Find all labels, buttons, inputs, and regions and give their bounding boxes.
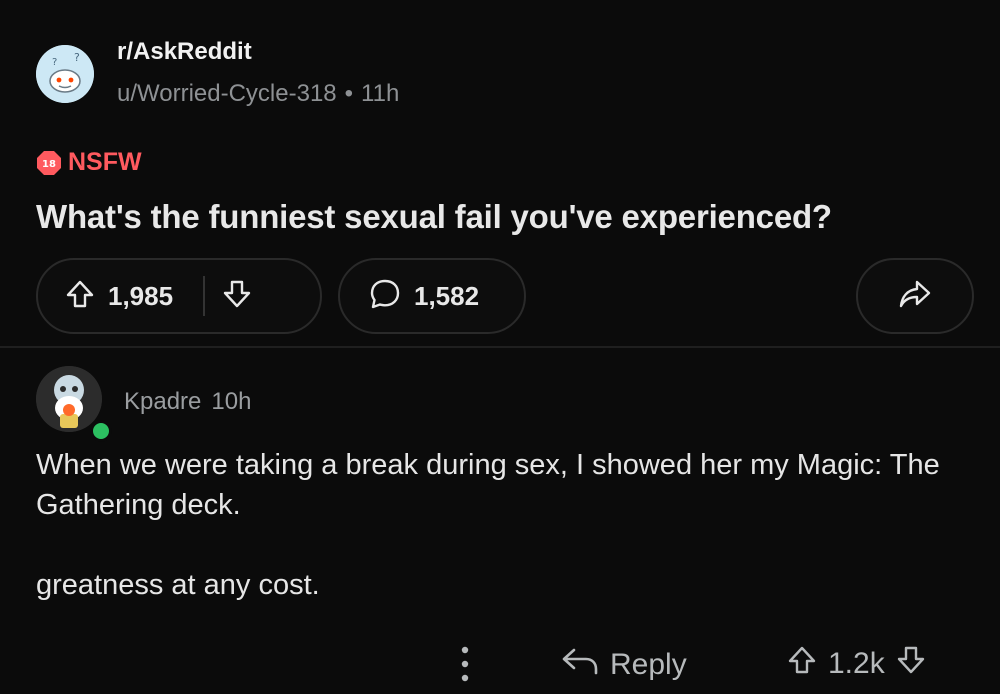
comment-body: When we were taking a break during sex, … xyxy=(36,445,976,605)
comments-button[interactable]: 1,582 xyxy=(338,258,526,334)
comment-author[interactable]: Kpadre xyxy=(124,388,201,415)
post-card: ? ? r/AskReddit u/Worried-Cycle-318 • 11h … xyxy=(0,0,1000,348)
reply-label: Reply xyxy=(610,648,687,681)
post-meta: u/Worried-Cycle-318 • 11h xyxy=(117,80,399,108)
kebab-menu-icon[interactable] xyxy=(455,642,475,686)
nsfw-label: NSFW xyxy=(68,148,142,176)
comment-meta: Kpadre 10h xyxy=(124,388,251,416)
meta-separator: • xyxy=(344,80,354,107)
share-arrow-icon xyxy=(897,276,933,317)
post-time: 11h xyxy=(361,80,400,107)
comment-paragraph: greatness at any cost. xyxy=(36,569,320,601)
nsfw-tag: 18 NSFW xyxy=(36,148,142,177)
downvote-icon[interactable] xyxy=(221,278,253,315)
comment-downvote-icon[interactable] xyxy=(895,644,927,684)
comment-card: Kpadre 10h When we were taking a break du… xyxy=(0,348,1000,694)
svg-text:?: ? xyxy=(74,51,80,64)
nsfw-badge-text: 18 xyxy=(42,159,56,170)
reply-button[interactable]: Reply xyxy=(560,644,687,686)
post-title[interactable]: What's the funniest sexual fail you've e… xyxy=(36,198,976,236)
upvote-count: 1,985 xyxy=(108,280,174,311)
comment-count: 1,582 xyxy=(414,280,480,311)
commenter-avatar-icon[interactable] xyxy=(36,366,102,432)
nsfw-badge-icon: 18 xyxy=(36,150,62,176)
upvote-icon[interactable] xyxy=(64,278,96,315)
online-status-icon xyxy=(90,420,112,442)
svg-text:?: ? xyxy=(52,57,57,68)
vote-divider xyxy=(203,276,206,316)
subreddit-avatar-icon[interactable]: ? ? xyxy=(36,45,94,103)
reply-arrow-icon xyxy=(560,644,600,686)
subreddit-name[interactable]: r/AskReddit xyxy=(117,38,252,66)
comment-actions: Reply 1.2k xyxy=(0,640,1000,690)
comment-upvote-icon[interactable] xyxy=(786,644,818,684)
comment-vote-bar: 1.2k xyxy=(786,644,927,684)
comment-score: 1.2k xyxy=(828,647,885,680)
post-author[interactable]: u/Worried-Cycle-318 xyxy=(117,80,337,107)
comment-bubble-icon xyxy=(368,277,402,316)
comment-paragraph: When we were taking a break during sex, … xyxy=(36,449,940,521)
vote-bar: 1,985 xyxy=(36,258,322,334)
comment-time: 10h xyxy=(211,388,252,415)
share-button[interactable] xyxy=(856,258,974,334)
